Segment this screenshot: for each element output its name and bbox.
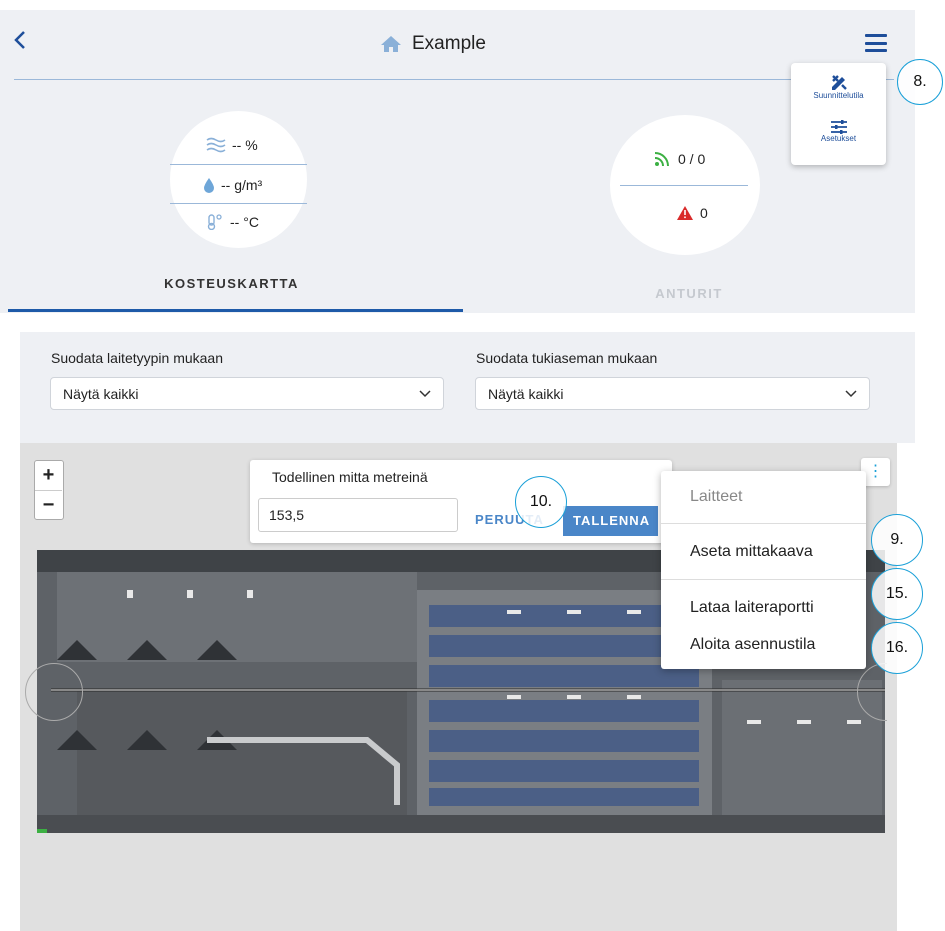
active-tab-indicator: [8, 309, 463, 312]
chevron-down-icon: [845, 389, 857, 397]
mode-menu: Suunnittelutila Asetukset: [791, 63, 886, 165]
callout-15: 15.: [871, 568, 923, 620]
thermometer-icon: [207, 214, 222, 230]
page-header: Example: [380, 33, 486, 55]
menu-item-download-report[interactable]: Lataa laiteraportti: [690, 599, 814, 617]
signal-count: 0 / 0: [678, 151, 706, 167]
sliders-icon: [830, 120, 847, 134]
header-divider: [14, 79, 894, 80]
device-type-select[interactable]: Näytä kaikki: [50, 377, 444, 410]
menu-button[interactable]: [865, 34, 887, 52]
summary-panel: [0, 10, 915, 313]
menu-item-set-scale[interactable]: Aseta mittakaava: [690, 543, 813, 561]
device-type-select-value: Näytä kaikki: [63, 385, 139, 402]
callout-9: 9.: [871, 514, 923, 566]
zoom-control: + −: [34, 460, 64, 520]
base-station-select[interactable]: Näytä kaikki: [475, 377, 870, 410]
hamburger-icon: [865, 34, 887, 37]
menu-header-devices: Laitteet: [690, 488, 743, 505]
alert-count: 0: [700, 205, 708, 221]
tab-kosteuskartta[interactable]: KOSTEUSKARTTA: [0, 276, 463, 291]
pencil-ruler-icon: [831, 75, 847, 90]
home-icon: [381, 36, 401, 52]
back-button[interactable]: [14, 30, 26, 55]
zoom-out-button[interactable]: −: [35, 491, 62, 519]
moisture-summary: -- % -- g/m³ -- °C: [170, 111, 307, 248]
device-type-filter-label: Suodata laitetyypin mukaan: [51, 350, 223, 366]
humidity-value: -- %: [232, 137, 258, 153]
menu-item-install-mode[interactable]: Aloita asennustila: [690, 636, 815, 654]
settings-label: Asetukset: [820, 134, 857, 143]
callout-16: 16.: [871, 622, 923, 674]
scale-dialog-label: Todellinen mitta metreinä: [272, 469, 428, 485]
chevron-left-icon: [14, 31, 25, 49]
scale-value-input[interactable]: 153,5: [258, 498, 458, 532]
page-title: Example: [412, 33, 486, 54]
temperature-value: -- °C: [230, 214, 259, 230]
absolute-humidity-value: -- g/m³: [221, 177, 263, 193]
zoom-in-button[interactable]: +: [35, 461, 62, 489]
design-mode-item[interactable]: Suunnittelutila: [791, 73, 886, 100]
base-station-filter-label: Suodata tukiaseman mukaan: [476, 350, 658, 366]
sensor-summary: 0 / 0 0: [610, 115, 760, 255]
base-station-select-value: Näytä kaikki: [488, 385, 564, 402]
design-mode-label: Suunnittelutila: [813, 91, 864, 100]
map-options-menu: Laitteet Aseta mittakaava Lataa laiterap…: [661, 471, 866, 669]
callout-10: 10.: [515, 476, 567, 528]
kebab-icon: ⋮: [867, 463, 884, 480]
signal-icon: [654, 152, 669, 167]
droplet-icon: [204, 178, 214, 193]
chevron-down-icon: [419, 389, 431, 397]
scale-handle-left[interactable]: [25, 663, 83, 721]
tab-anturit[interactable]: ANTURIT: [463, 286, 915, 301]
settings-item[interactable]: Asetukset: [791, 119, 886, 143]
alert-icon: [677, 206, 693, 220]
humidity-icon: [206, 137, 226, 153]
scale-dialog: Todellinen mitta metreinä 153,5 PERUUTA …: [250, 460, 672, 543]
save-button[interactable]: TALLENNA: [563, 506, 658, 536]
callout-8: 8.: [897, 59, 943, 105]
